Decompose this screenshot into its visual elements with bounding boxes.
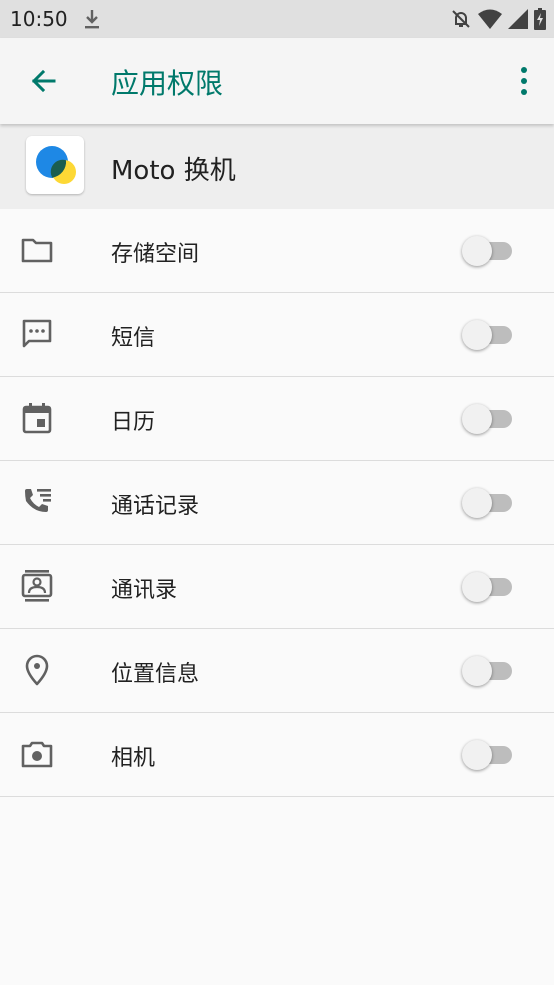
permission-toggle[interactable] [462,572,514,602]
permission-label: 存储空间 [111,242,200,267]
wifi-icon [478,9,502,29]
arrow-back-icon[interactable] [28,65,60,97]
permission-toggle[interactable] [462,656,514,686]
permission-row-call-log[interactable]: 通话记录 [0,461,554,545]
permission-label: 日历 [111,410,156,435]
contacts-icon [21,570,53,602]
app-header: Moto 换机 [0,124,554,209]
status-bar: 10:50 [0,0,554,38]
status-icons [450,8,546,30]
calendar-icon [22,403,52,434]
permission-row-calendar[interactable]: 日历 [0,377,554,461]
signal-icon [508,9,528,29]
permission-row-contacts[interactable]: 通讯录 [0,545,554,629]
camera-icon [21,741,53,768]
location-icon [25,654,49,686]
permission-row-sms[interactable]: 短信 [0,293,554,377]
permission-toggle[interactable] [462,488,514,518]
permission-toggle[interactable] [462,740,514,770]
permission-label: 相机 [111,746,156,771]
call-log-icon [25,489,51,512]
notifications-off-icon [452,10,470,28]
app-icon [26,136,84,194]
app-bar: 应用权限 [0,38,554,124]
permission-toggle[interactable] [462,236,514,266]
permission-toggle[interactable] [462,320,514,350]
sms-icon [22,319,52,348]
moto-transfer-logo-icon [36,146,76,184]
download-icon [85,10,99,29]
status-time: 10:50 [10,7,68,31]
permission-label: 通讯录 [111,578,178,603]
battery-charging-icon [534,8,546,30]
permission-toggle[interactable] [462,404,514,434]
app-name: Moto 换机 [111,156,236,186]
page-title: 应用权限 [111,67,224,100]
permission-row-location[interactable]: 位置信息 [0,629,554,713]
permission-list: 存储空间 短信 日历 通话记录 通讯录 位置信息 相机 [0,209,554,797]
folder-icon [21,238,53,263]
permission-label: 短信 [111,326,156,351]
more-vert-icon[interactable] [518,65,530,97]
permission-label: 通话记录 [111,494,200,519]
permission-label: 位置信息 [111,662,200,687]
permission-row-camera[interactable]: 相机 [0,713,554,797]
permission-row-storage[interactable]: 存储空间 [0,209,554,293]
